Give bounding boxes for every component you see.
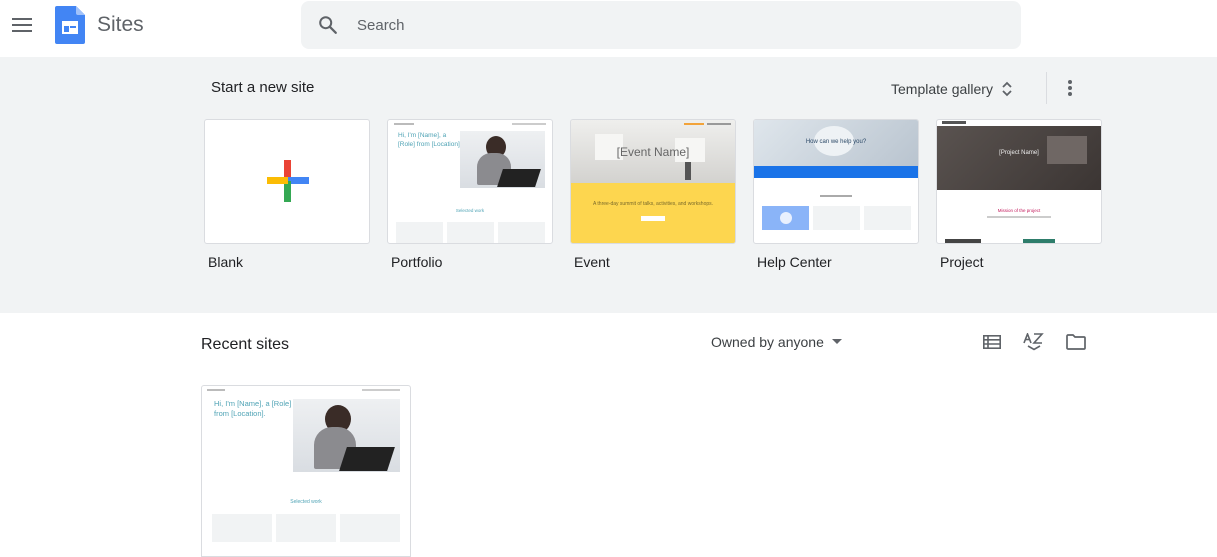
main-menu-button[interactable] (6, 9, 38, 41)
desk-photo-image (937, 126, 1101, 190)
thumb-nav (512, 123, 546, 125)
recent-sites-title: Recent sites (201, 336, 290, 353)
template-portfolio[interactable]: Hi, I'm [Name], a [Role] from [Location]… (387, 119, 553, 270)
template-gallery-button[interactable]: Template gallery (883, 75, 1021, 103)
thumb-heading: How can we help you? (805, 139, 867, 145)
template-thumbnail-blank (204, 119, 370, 244)
thumb-heading: [Project Name] (999, 150, 1039, 156)
more-vert-icon (1068, 80, 1072, 96)
thumb-sub: A three-day summit of talks, activities,… (592, 201, 714, 207)
app-header: Sites (0, 0, 1217, 57)
app-name[interactable]: Sites (97, 13, 144, 37)
search-input[interactable] (357, 11, 997, 39)
folder-button[interactable] (1062, 328, 1090, 356)
thumb-heading: Hi, I'm [Name], a [Role] from [Location]… (214, 399, 292, 418)
thumb-section: Selected work (290, 499, 322, 505)
more-options-button[interactable] (1058, 76, 1082, 100)
list-view-icon (983, 335, 1001, 349)
thumb-heading: Hi, I'm [Name], a [Role] from [Location]… (398, 132, 462, 148)
thumb-site-name (394, 123, 414, 125)
template-event[interactable]: [Event Name] A three-day summit of talks… (570, 119, 736, 270)
plus-icon (267, 160, 309, 202)
sort-az-icon (1023, 333, 1044, 351)
template-project[interactable]: [Project Name] Mission of the project Pr… (936, 119, 1102, 270)
template-thumbnail-help-center: How can we help you? (753, 119, 919, 244)
template-gallery-label: Template gallery (891, 81, 993, 97)
template-blank[interactable]: Blank (204, 119, 370, 270)
magnifier-icon[interactable] (317, 14, 339, 36)
person-photo-image (293, 399, 400, 472)
template-label: Help Center (757, 254, 832, 270)
sort-button[interactable] (1020, 328, 1048, 356)
owner-filter-label: Owned by anyone (711, 334, 824, 350)
recent-site-card[interactable]: Hi, I'm [Name], a [Role] from [Location]… (201, 385, 411, 557)
template-label: Blank (208, 254, 244, 270)
template-label: Project (940, 254, 984, 270)
hamburger-menu-icon (12, 18, 32, 32)
list-view-button[interactable] (978, 328, 1006, 356)
template-thumbnail-portfolio: Hi, I'm [Name], a [Role] from [Location]… (387, 119, 553, 244)
unfold-icon (1002, 81, 1012, 97)
folder-icon (1066, 334, 1086, 350)
thumb-section: Selected work (455, 208, 485, 213)
person-photo-image (460, 131, 545, 188)
thumb-heading: [Event Name] (616, 145, 690, 159)
template-thumbnail-event: [Event Name] A three-day summit of talks… (570, 119, 736, 244)
template-thumbnail-project: [Project Name] Mission of the project (936, 119, 1102, 244)
template-label: Portfolio (391, 254, 443, 270)
sites-logo-icon[interactable] (55, 6, 85, 44)
start-new-site-title: Start a new site (211, 79, 315, 96)
thumb-section: Mission of the project (997, 208, 1041, 213)
template-label: Event (574, 254, 610, 270)
arrow-drop-down-icon (831, 339, 842, 344)
toolbar-divider (1046, 72, 1047, 104)
owner-filter-dropdown[interactable]: Owned by anyone (707, 330, 846, 354)
template-help-center[interactable]: How can we help you? Help Center (753, 119, 919, 270)
